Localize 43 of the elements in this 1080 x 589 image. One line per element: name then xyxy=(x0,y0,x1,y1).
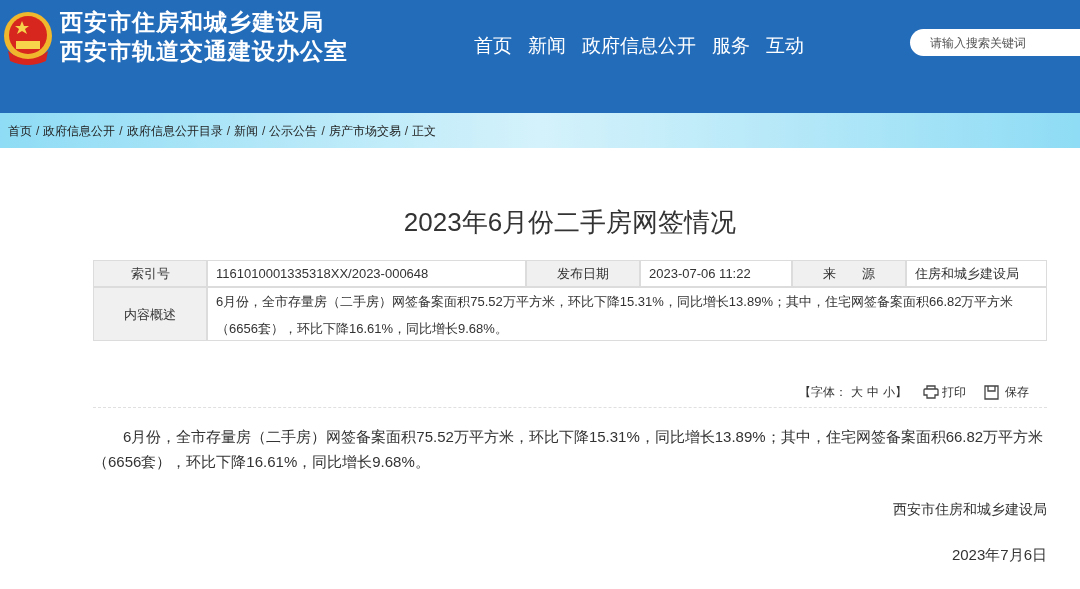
printer-icon xyxy=(923,385,939,399)
signature: 西安市住房和城乡建设局 xyxy=(893,500,1047,519)
breadcrumb-separator: / xyxy=(321,122,325,140)
table-cell: 发布日期 xyxy=(526,260,640,287)
breadcrumb-separator: / xyxy=(36,122,40,140)
nav-link[interactable]: 服务 xyxy=(710,33,752,59)
article-date: 2023年7月6日 xyxy=(951,545,1047,565)
table-cell: 1161010001335318XX/2023-000648 xyxy=(207,260,526,287)
nav-link[interactable]: 首页 xyxy=(472,33,514,59)
nav-link[interactable]: 政府信息公开 xyxy=(580,33,698,59)
font-size-link[interactable]: 中 xyxy=(867,383,879,401)
breadcrumb-link[interactable]: 首页 xyxy=(8,121,32,140)
font-size-link[interactable]: 大 xyxy=(851,383,863,401)
search-field[interactable]: 请输入搜索关键词 xyxy=(910,29,1080,56)
article-title: 2023年6月份二手房网签情况 xyxy=(402,206,738,239)
breadcrumb-link[interactable]: 房产市场交易 xyxy=(328,121,401,140)
breadcrumb-separator: / xyxy=(226,122,231,140)
table-cell: 索引号 xyxy=(93,260,207,287)
nav-link[interactable]: 新闻 xyxy=(526,33,568,59)
breadcrumb-link[interactable]: 新闻 xyxy=(234,121,259,140)
table-cell: 2023-07-06 11:22 xyxy=(640,260,792,287)
nav-link[interactable]: 互动 xyxy=(764,33,806,59)
font-size-label: 】 xyxy=(895,384,907,401)
site-title: 西安市住房和城乡建设局 xyxy=(60,8,325,37)
breadcrumb-link[interactable]: 正文 xyxy=(412,121,437,140)
table-cell: 内容概述 xyxy=(93,287,207,341)
breadcrumb-separator: / xyxy=(404,122,409,140)
breadcrumb-link[interactable]: 政府信息公开 xyxy=(43,121,116,140)
emblem-icon xyxy=(2,11,54,66)
article-body: 6月份，全市存量房（二手房）网签备案面积75.52万平方米，环比下降15.31%，同比增长13.89%；其中，住宅网签备案面积66.82万平方米（6656套），环比下降16.61%，同比增长9.68%。 xyxy=(93,427,1045,472)
save-button[interactable]: 保存 xyxy=(984,383,1029,401)
save-icon xyxy=(984,384,999,400)
print-button[interactable]: 打印 xyxy=(923,383,966,401)
site-title: 西安市轨道交通建设办公室 xyxy=(60,37,348,66)
font-size-link[interactable]: 小 xyxy=(883,383,895,401)
breadcrumb-separator: / xyxy=(262,122,266,140)
table-cell: 住房和城乡建设局 xyxy=(906,260,1047,287)
breadcrumb-link[interactable]: 政府信息公开目录 xyxy=(126,121,223,140)
table-cell: 6月份，全市存量房（二手房）网签备案面积75.52万平方米，环比下降15.31%，同比增长13.89%；其中，住宅网签备案面积66.82万平方米（6656套），环比下降16.61%，同比增长9.68%。 xyxy=(207,287,1047,341)
font-size-label: 【字体： xyxy=(799,384,847,401)
breadcrumb-link[interactable]: 公示公告 xyxy=(269,121,318,140)
table-cell: 来 源 xyxy=(792,260,906,287)
breadcrumb-separator: / xyxy=(119,122,123,140)
